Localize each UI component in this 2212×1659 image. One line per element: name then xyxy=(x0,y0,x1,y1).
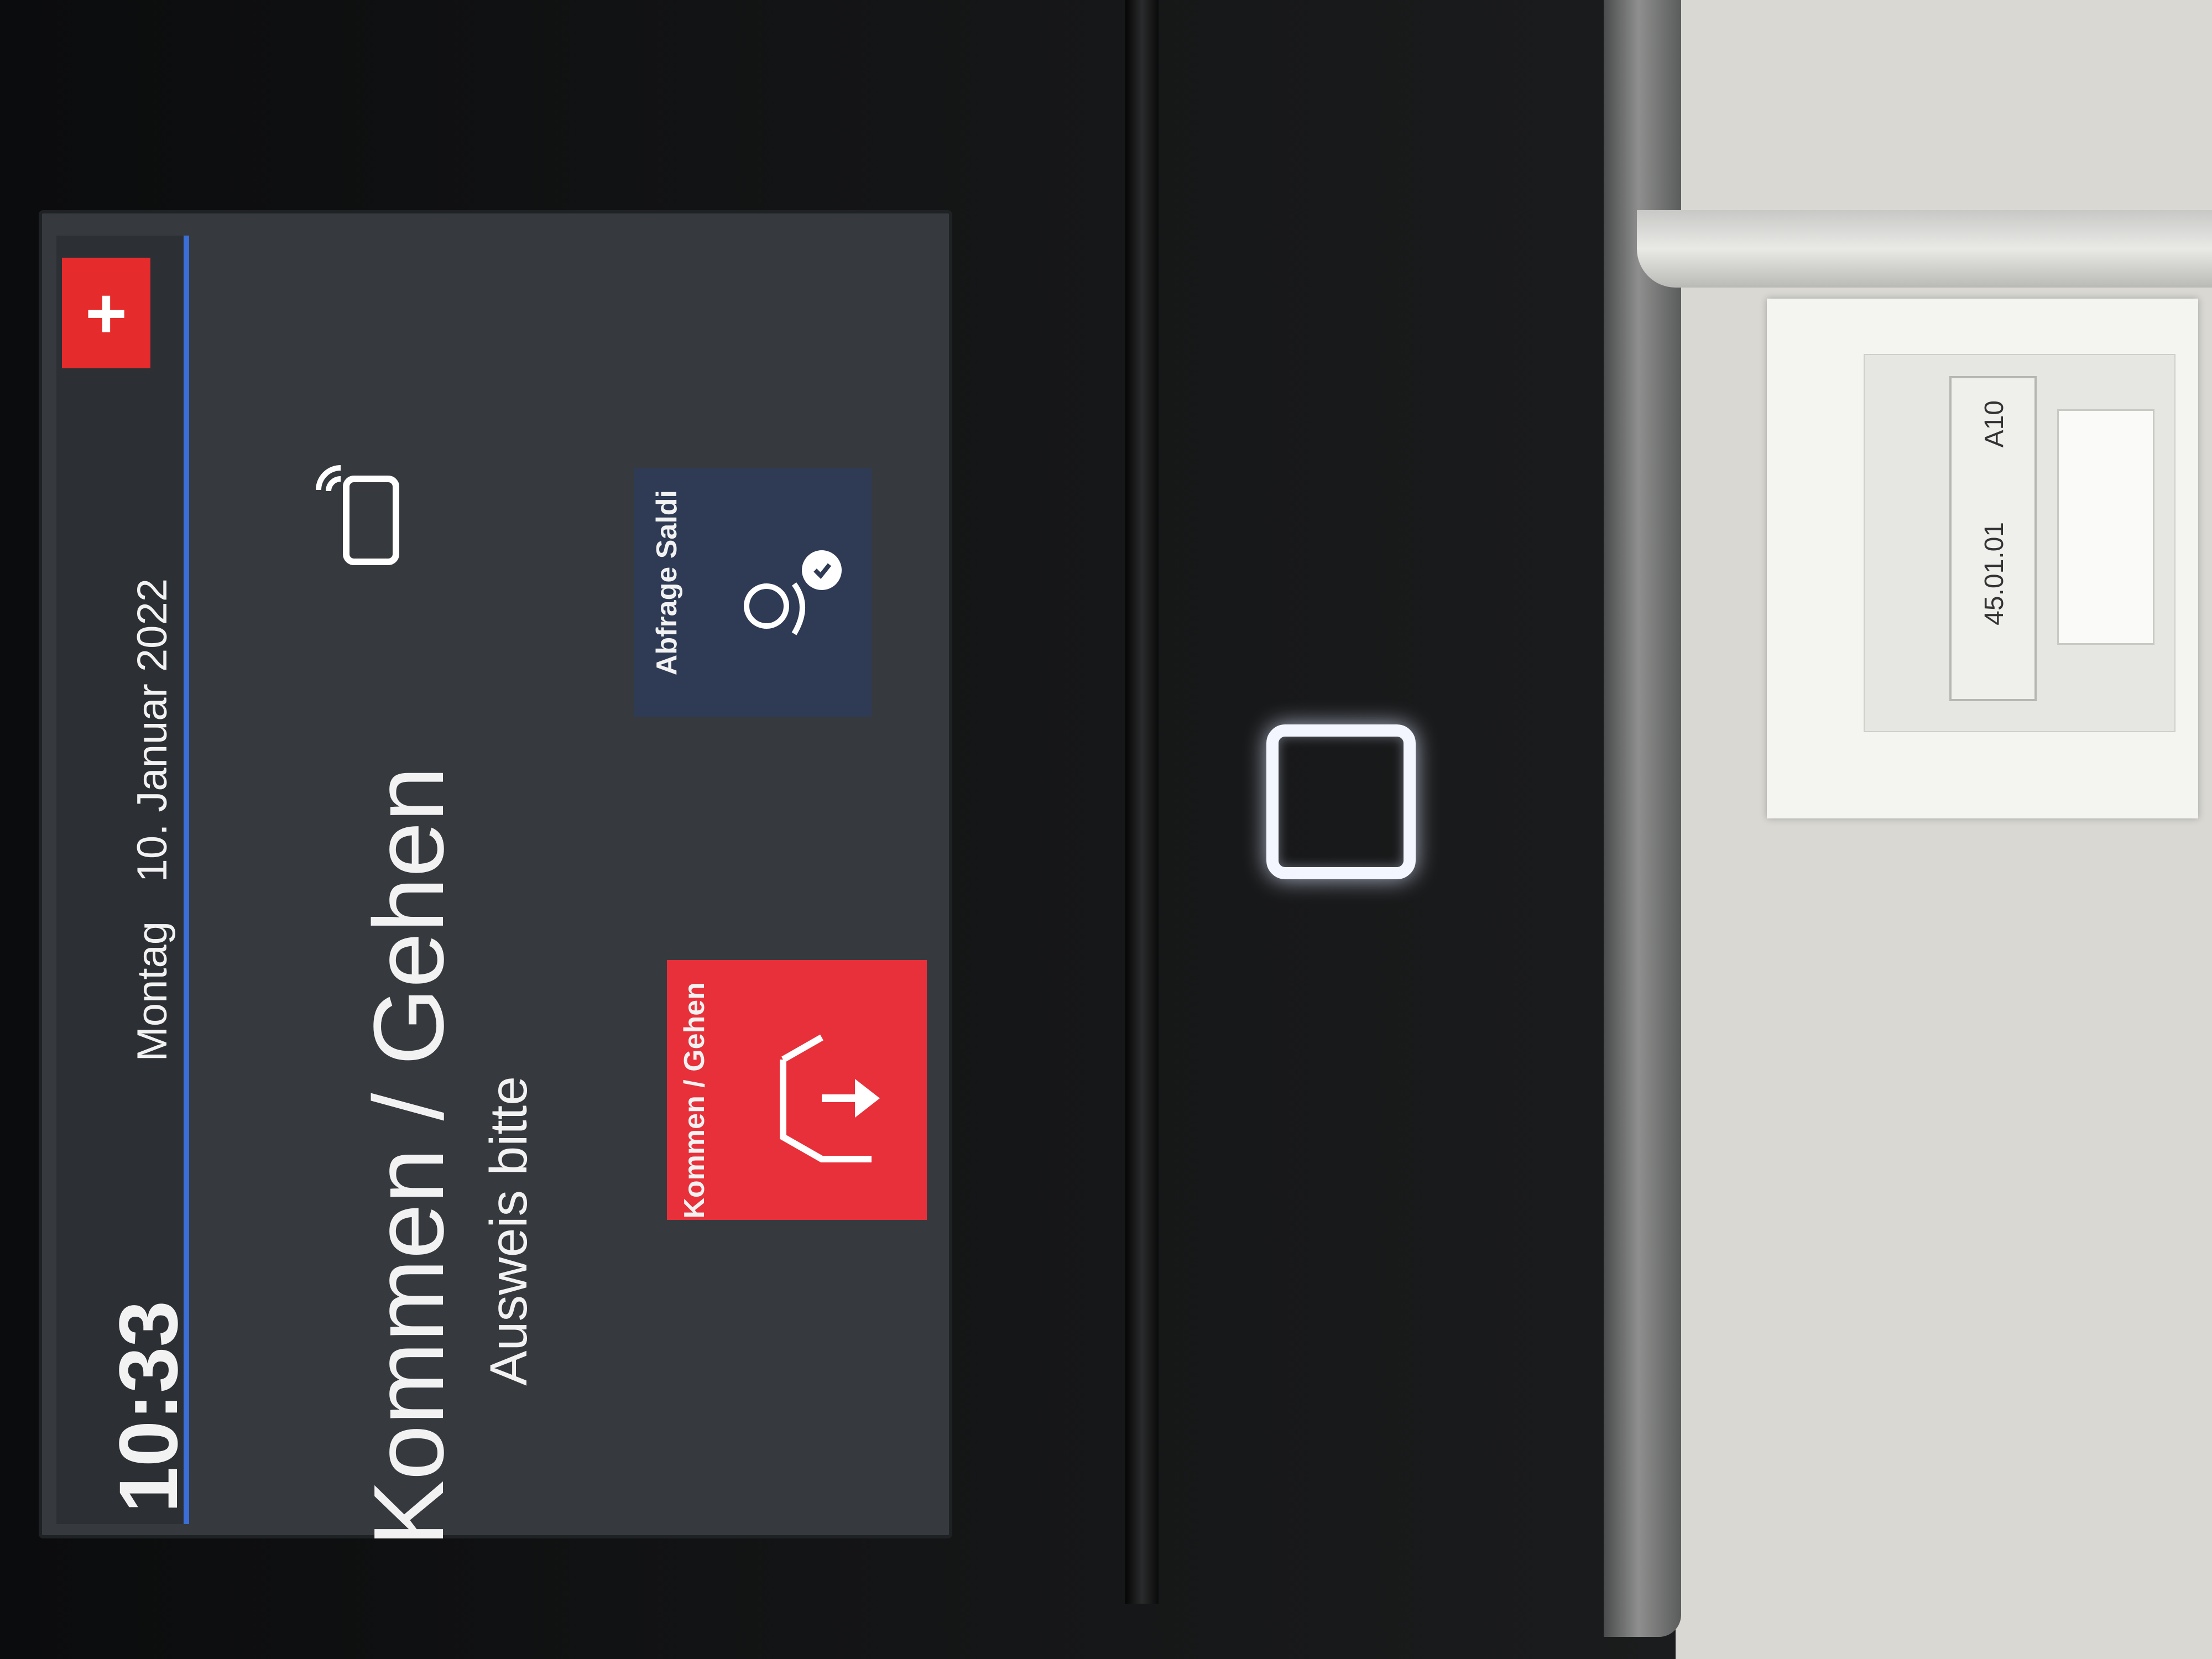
terminal-display: + 10. Januar 2022 Montag 10:33 Kommen / … xyxy=(39,210,952,1547)
user-clock-icon xyxy=(744,550,842,635)
balance-query-label: Abfrage Saldi xyxy=(651,490,683,676)
status-bar: + 10. Januar 2022 Montag 10:33 xyxy=(56,236,195,1524)
network-cable xyxy=(1637,210,2212,288)
contactless-card-icon xyxy=(316,465,399,565)
card-reader-icon[interactable] xyxy=(1266,724,1416,879)
outlet-label-port: A10 xyxy=(1980,400,2009,448)
swiss-flag-icon: + xyxy=(62,258,150,368)
outlet-label-strip: 45.01.01 A10 xyxy=(1949,376,2037,701)
exit-arrow-icon xyxy=(780,1034,880,1162)
date-label: 10. Januar 2022 xyxy=(129,578,176,883)
housing-fold xyxy=(1125,0,1159,1604)
network-port xyxy=(2057,409,2154,645)
outlet-label-id: 45.01.01 xyxy=(1980,522,2009,625)
page-title: Kommen / Gehen xyxy=(353,766,465,1547)
balance-query-button[interactable]: Abfrage Saldi xyxy=(634,468,872,717)
weekday-label: Montag xyxy=(129,921,176,1062)
page-subtitle: Ausweis bitte xyxy=(479,1076,538,1386)
photo-scene: + 10. Januar 2022 Montag 10:33 Kommen / … xyxy=(0,0,2212,1659)
check-in-out-button[interactable]: Kommen / Gehen xyxy=(667,960,927,1220)
check-in-out-label: Kommen / Gehen xyxy=(679,982,711,1219)
clock: 10:33 xyxy=(102,1301,195,1513)
